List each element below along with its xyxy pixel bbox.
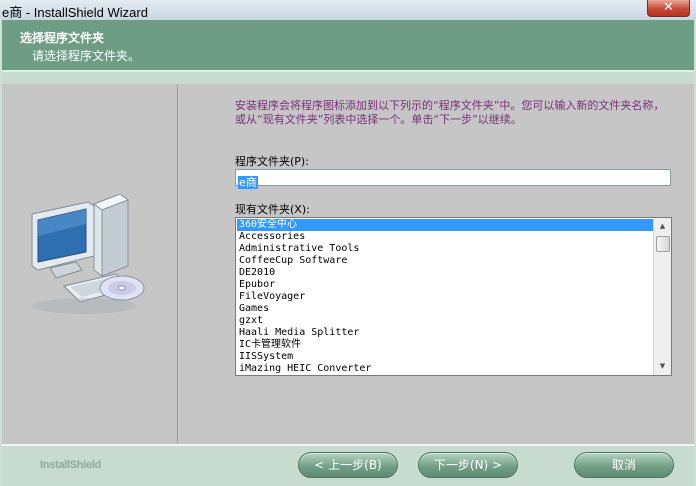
window-title: e商 - InstallShield Wizard — [2, 5, 148, 20]
footer-divider — [2, 444, 694, 446]
next-button[interactable]: 下一步(N) > — [418, 452, 518, 478]
list-item[interactable]: iMazing HEIC Converter — [237, 363, 654, 375]
list-item[interactable]: CoffeeCup Software — [237, 255, 654, 267]
existing-folders-label: 现有文件夹(X): — [235, 203, 310, 216]
list-item[interactable]: Haali Media Splitter — [237, 327, 654, 339]
existing-folders-list[interactable]: 360安全中心 Accessories Administrative Tools Co… — [235, 217, 672, 376]
cancel-button[interactable]: 取消 — [574, 452, 674, 478]
content-panel: 安装程序会将程序图标添加到以下列示的“程序文件夹”中。您可以输入新的文件夹名称，… — [178, 84, 694, 444]
list-item[interactable]: Accessories — [237, 231, 654, 243]
left-panel — [2, 84, 178, 444]
next-button-label: 下一步(N) > — [433, 458, 503, 472]
header-spacer — [2, 72, 694, 84]
list-item[interactable]: 360安全中心 — [237, 219, 654, 231]
scroll-up-icon: ▲ — [659, 222, 666, 230]
program-folder-input[interactable]: e商 — [235, 169, 671, 189]
header-subtitle: 请选择程序文件夹。 — [32, 49, 141, 63]
intro-text: 安装程序会将程序图标添加到以下列示的“程序文件夹”中。您可以输入新的文件夹名称，… — [235, 99, 665, 126]
program-folder-value: e商 — [238, 176, 258, 189]
list-item[interactable]: Administrative Tools — [237, 243, 654, 255]
scroll-up-button[interactable]: ▲ — [655, 219, 670, 234]
scroll-down-button[interactable]: ▼ — [655, 359, 670, 374]
installshield-brand: InstallShield — [40, 459, 101, 471]
list-item[interactable]: DE2010 — [237, 267, 654, 279]
list-item[interactable]: IISSystem — [237, 351, 654, 363]
close-icon: ✕ — [663, 0, 674, 15]
wizard-header: 选择程序文件夹 请选择程序文件夹。 — [2, 20, 694, 72]
scroll-thumb[interactable] — [656, 236, 670, 252]
list-item[interactable]: Epubor — [237, 279, 654, 291]
list-item[interactable]: Games — [237, 303, 654, 315]
close-button[interactable]: ✕ — [647, 0, 690, 17]
list-item[interactable]: IC卡管理软件 — [237, 339, 654, 351]
list-scrollbar[interactable]: ▲ ▼ — [653, 218, 671, 375]
list-item[interactable]: FileVoyager — [237, 291, 654, 303]
computer-cd-icon — [31, 194, 145, 314]
list-item[interactable]: gzxt — [237, 315, 654, 327]
cancel-button-label: 取消 — [611, 458, 636, 472]
header-title: 选择程序文件夹 — [20, 31, 105, 45]
program-folder-label: 程序文件夹(P): — [235, 155, 309, 168]
title-bar: e商 - InstallShield Wizard ✕ — [0, 0, 696, 20]
wizard-footer: InstallShield < 上一步(B) 下一步(N) > 取消 — [2, 444, 694, 486]
scroll-down-icon: ▼ — [659, 362, 666, 370]
back-button-label: < 上一步(B) — [314, 458, 382, 472]
list-items: 360安全中心 Accessories Administrative Tools Co… — [237, 219, 654, 375]
back-button[interactable]: < 上一步(B) — [298, 452, 398, 478]
